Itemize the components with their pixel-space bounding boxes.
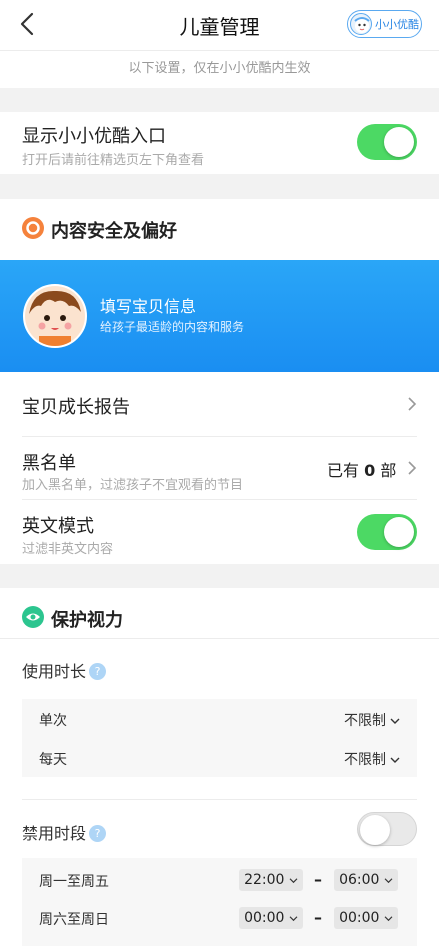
weekend-start-select[interactable]: 00:00 [239,907,303,929]
forbidden-title-text: 禁用时段 [22,824,87,843]
chevron-down-icon [390,757,400,763]
eye-icon [22,606,44,628]
divider [22,799,417,800]
forbidden-toggle[interactable] [357,812,417,846]
section-gap [0,88,439,112]
forbidden-title: 禁用时段? [22,820,107,844]
usage-single-select[interactable]: 不限制 [344,710,400,730]
growth-report-title: 宝贝成长报告 [22,397,130,418]
growth-report-row[interactable]: 宝贝成长报告 [0,372,439,436]
blacklist-prefix: 已有 [327,461,360,480]
kid-mode-label: 小小优酷 [375,18,419,31]
english-mode-row: 英文模式 过滤非英文内容 [0,500,439,564]
kid-mode-button[interactable]: 小小优酷 [347,10,422,38]
entry-title: 显示小小优酷入口 [22,126,166,147]
weekend-end-select[interactable]: 00:00 [334,907,398,929]
toggle-knob [384,517,414,547]
kid-mascot-icon [350,13,372,35]
weekday-start-select[interactable]: 22:00 [239,869,303,891]
usage-title: 使用时长? [22,658,107,682]
english-mode-title: 英文模式 [22,516,94,537]
usage-daily-select[interactable]: 不限制 [344,749,400,769]
weekend-label: 周六至周日 [39,912,109,928]
chevron-down-icon [384,878,393,884]
blacklist-subtitle: 加入黑名单，过滤孩子不宜观看的节目 [22,478,244,493]
help-icon[interactable]: ? [89,663,107,680]
blacklist-suffix: 部 [380,461,397,480]
section-gap [0,174,439,199]
entry-row: 显示小小优酷入口 打开后请前往精选页左下角查看 [0,112,439,174]
content-section-header: 内容安全及偏好 [0,199,439,260]
section-gap [0,564,439,588]
weekday-end-select[interactable]: 06:00 [334,869,398,891]
blacklist-count: 已有 0 部 [327,457,396,481]
weekday-end-value: 06:00 [339,872,380,888]
chevron-down-icon [289,916,298,922]
usage-daily-label: 每天 [39,752,67,768]
weekend-end-value: 00:00 [339,910,380,926]
blacklist-row[interactable]: 黑名单 加入黑名单，过滤孩子不宜观看的节目 已有 0 部 [0,437,439,499]
chevron-down-icon [289,878,298,884]
banner-title: 填写宝贝信息 [100,297,197,316]
weekday-start-value: 22:00 [244,872,285,888]
help-icon[interactable]: ? [89,825,107,842]
chevron-down-icon [384,916,393,922]
banner-subtitle: 给孩子最适龄的内容和服务 [100,320,245,334]
chevron-right-icon [408,461,417,475]
kid-avatar [23,284,87,348]
toggle-knob [384,127,414,157]
usage-single-label: 单次 [39,713,67,729]
weekend-start-value: 00:00 [244,910,285,926]
scope-notice: 以下设置，仅在小小优酷内生效 [0,50,439,88]
chevron-down-icon [390,718,400,724]
divider [0,638,439,639]
content-section-title: 内容安全及偏好 [51,221,177,242]
usage-title-text: 使用时长 [22,662,87,681]
shield-icon [22,217,44,239]
usage-single-value: 不限制 [344,713,386,729]
nav-header: 儿童管理 小小优酷 [0,0,439,50]
chevron-right-icon [408,397,417,411]
toggle-knob [360,814,390,845]
english-mode-subtitle: 过滤非英文内容 [22,542,114,557]
usage-daily-value: 不限制 [344,752,386,768]
weekday-label: 周一至周五 [39,874,109,890]
blacklist-number: 0 [364,461,376,480]
blacklist-title: 黑名单 [22,453,76,474]
eye-section-title: 保护视力 [51,610,123,631]
time-separator: – [314,908,322,927]
usage-panel: 单次 不限制 每天 不限制 [22,699,417,777]
entry-toggle[interactable] [357,124,417,160]
entry-subtitle: 打开后请前往精选页左下角查看 [22,153,205,168]
forbidden-panel: 周一至周五 22:00 – 06:00 周六至周日 00:00 – 00:00 [22,858,417,946]
time-separator: – [314,870,322,889]
eye-section-header: 保护视力 [0,588,439,638]
english-mode-toggle[interactable] [357,514,417,550]
baby-info-banner[interactable]: 填写宝贝信息 给孩子最适龄的内容和服务 [0,260,439,372]
